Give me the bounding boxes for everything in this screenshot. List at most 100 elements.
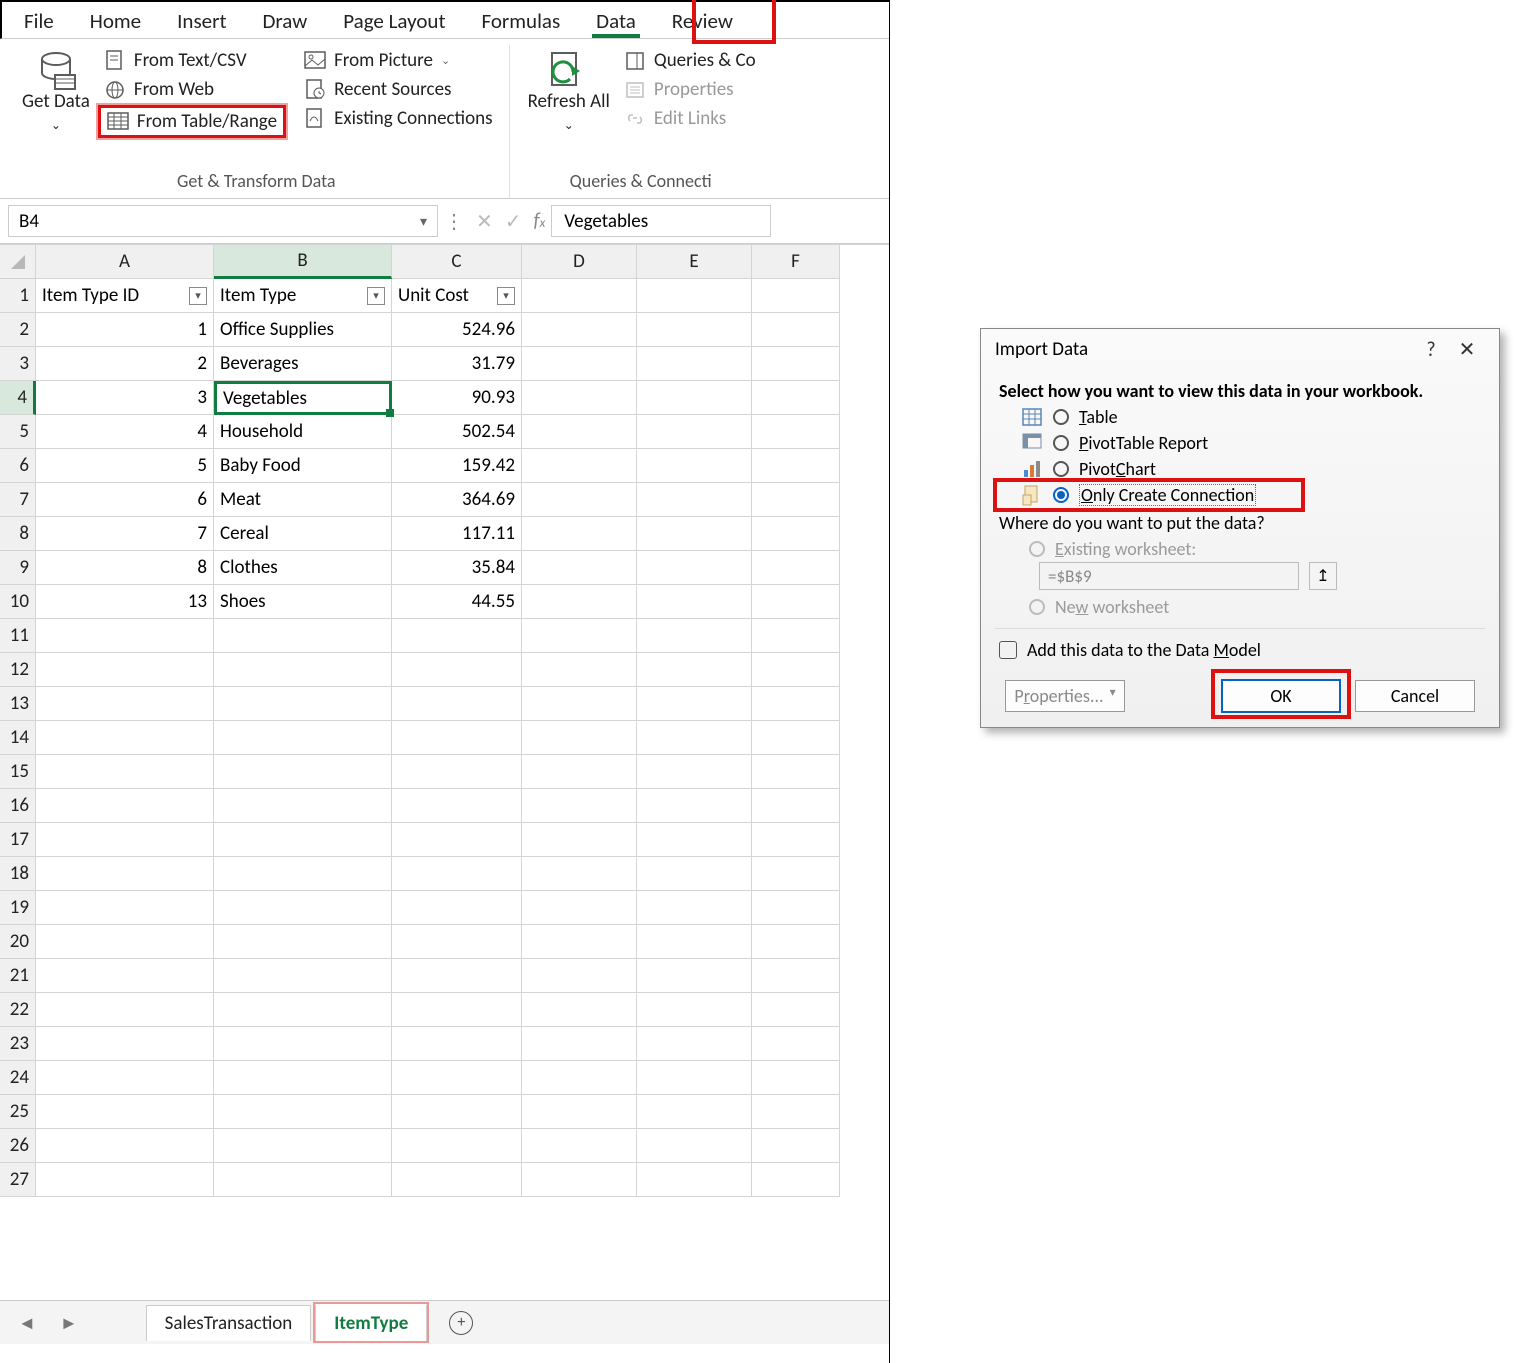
cell[interactable]: 31.79 xyxy=(392,347,522,381)
row-header[interactable]: 11 xyxy=(0,619,36,653)
cell[interactable] xyxy=(637,1027,752,1061)
row-header[interactable]: 19 xyxy=(0,891,36,925)
cell[interactable] xyxy=(392,1027,522,1061)
recent-sources-button[interactable]: Recent Sources xyxy=(298,76,499,103)
cell[interactable] xyxy=(214,823,392,857)
cell[interactable] xyxy=(637,755,752,789)
option-table[interactable]: Table xyxy=(995,404,1485,430)
cell[interactable] xyxy=(752,823,840,857)
cell[interactable] xyxy=(637,313,752,347)
cancel-icon[interactable]: ✕ xyxy=(476,209,493,234)
row-header[interactable]: 12 xyxy=(0,653,36,687)
cell[interactable] xyxy=(752,1163,840,1197)
cell[interactable] xyxy=(214,1061,392,1095)
cell[interactable] xyxy=(36,959,214,993)
cell[interactable] xyxy=(637,483,752,517)
accept-icon[interactable]: ✓ xyxy=(505,209,522,234)
col-header-A[interactable]: A xyxy=(36,245,214,279)
cell[interactable] xyxy=(392,857,522,891)
cell[interactable] xyxy=(637,721,752,755)
cell[interactable] xyxy=(637,789,752,823)
cell[interactable] xyxy=(522,789,637,823)
cell[interactable] xyxy=(36,653,214,687)
cell[interactable] xyxy=(36,925,214,959)
cell[interactable] xyxy=(36,687,214,721)
sheet-nav-next-icon[interactable]: ► xyxy=(50,1312,88,1334)
option-pivottable[interactable]: PivotTable Report xyxy=(995,430,1485,456)
cell[interactable] xyxy=(522,925,637,959)
cell[interactable]: 1 xyxy=(36,313,214,347)
sheet-tab-salestransaction[interactable]: SalesTransaction xyxy=(146,1305,312,1341)
cell[interactable]: Baby Food xyxy=(214,449,392,483)
cell[interactable]: 364.69 xyxy=(392,483,522,517)
cell[interactable]: Office Supplies xyxy=(214,313,392,347)
cell[interactable] xyxy=(36,1163,214,1197)
cell[interactable] xyxy=(637,891,752,925)
cell[interactable] xyxy=(522,891,637,925)
dialog-ok-button[interactable]: OK xyxy=(1221,679,1341,713)
cell[interactable]: 90.93 xyxy=(392,381,522,415)
cell[interactable]: Clothes xyxy=(214,551,392,585)
table-header-cell[interactable]: Unit Cost▾ xyxy=(392,279,522,313)
from-text-csv-button[interactable]: From Text/CSV xyxy=(98,47,286,74)
cell[interactable]: 3 xyxy=(36,381,214,415)
cell[interactable] xyxy=(214,925,392,959)
cell[interactable] xyxy=(752,585,840,619)
row-header[interactable]: 16 xyxy=(0,789,36,823)
row-header[interactable]: 5 xyxy=(0,415,36,449)
refresh-all-button[interactable]: Refresh All⌄ xyxy=(520,45,618,139)
cell[interactable] xyxy=(752,687,840,721)
cell[interactable] xyxy=(36,755,214,789)
radio-icon[interactable] xyxy=(1053,435,1069,451)
cell[interactable] xyxy=(637,857,752,891)
cell[interactable]: 117.11 xyxy=(392,517,522,551)
cell[interactable] xyxy=(752,517,840,551)
table-header-cell[interactable]: Item Type▾ xyxy=(214,279,392,313)
cell[interactable] xyxy=(637,1129,752,1163)
cell[interactable] xyxy=(392,925,522,959)
cell[interactable]: 502.54 xyxy=(392,415,522,449)
cell[interactable] xyxy=(752,483,840,517)
cell[interactable] xyxy=(522,551,637,585)
from-picture-button[interactable]: From Picture ⌄ xyxy=(298,47,499,74)
cell[interactable] xyxy=(522,1163,637,1197)
cell[interactable] xyxy=(214,1027,392,1061)
cell[interactable] xyxy=(522,1095,637,1129)
cell[interactable] xyxy=(522,755,637,789)
cell[interactable] xyxy=(637,619,752,653)
row-header[interactable]: 22 xyxy=(0,993,36,1027)
dialog-help-button[interactable]: ? xyxy=(1413,338,1449,362)
cell[interactable] xyxy=(637,415,752,449)
cell[interactable] xyxy=(36,891,214,925)
cell[interactable] xyxy=(392,1061,522,1095)
add-sheet-button[interactable]: + xyxy=(431,1305,491,1341)
cell[interactable]: 4 xyxy=(36,415,214,449)
cell[interactable] xyxy=(36,993,214,1027)
row-header[interactable]: 9 xyxy=(0,551,36,585)
cell[interactable] xyxy=(392,823,522,857)
cell[interactable]: 35.84 xyxy=(392,551,522,585)
queries-connections-button[interactable]: Queries & Co xyxy=(618,47,762,74)
cell[interactable] xyxy=(522,993,637,1027)
cell[interactable] xyxy=(752,279,840,313)
tab-insert[interactable]: Insert xyxy=(159,2,244,38)
from-web-button[interactable]: From Web xyxy=(98,76,286,103)
cell[interactable] xyxy=(392,1129,522,1163)
cell[interactable] xyxy=(522,347,637,381)
row-header[interactable]: 3 xyxy=(0,347,36,381)
cell[interactable] xyxy=(522,1061,637,1095)
cell[interactable] xyxy=(214,721,392,755)
cell[interactable] xyxy=(637,1095,752,1129)
cell[interactable]: 524.96 xyxy=(392,313,522,347)
row-header[interactable]: 7 xyxy=(0,483,36,517)
cell[interactable] xyxy=(214,755,392,789)
sheet-tab-itemtype[interactable]: ItemType xyxy=(315,1304,427,1341)
cell[interactable] xyxy=(36,857,214,891)
row-header[interactable]: 14 xyxy=(0,721,36,755)
get-data-button[interactable]: Get Data⌄ xyxy=(14,45,98,139)
radio-icon[interactable] xyxy=(1053,487,1069,503)
name-box[interactable]: B4 ▾ xyxy=(8,205,438,237)
cell[interactable] xyxy=(752,721,840,755)
cell[interactable] xyxy=(214,1129,392,1163)
filter-dropdown-icon[interactable]: ▾ xyxy=(497,287,515,305)
